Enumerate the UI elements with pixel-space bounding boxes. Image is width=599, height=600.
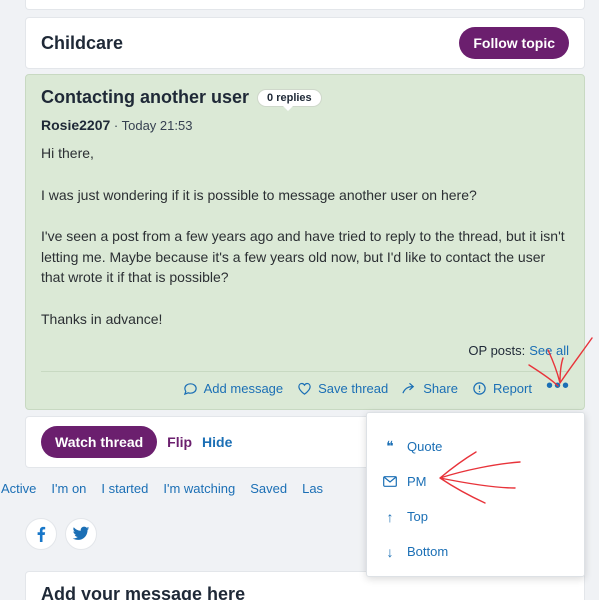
post-timestamp: Today 21:53 [121, 118, 193, 133]
post-paragraph: I've seen a post from a few years ago an… [41, 228, 565, 285]
more-options-menu: ❝ Quote PM ↑ Top ↓ Bottom [366, 412, 585, 577]
menu-item-pm[interactable]: PM [383, 464, 584, 499]
arrow-up-icon: ↑ [386, 508, 394, 525]
facebook-icon[interactable] [25, 518, 57, 550]
author-name[interactable]: Rosie2207 [41, 117, 110, 133]
op-posts-label: OP posts: [468, 343, 526, 358]
author-row: Rosie2207 · Today 21:53 [41, 117, 569, 133]
op-posts: OP posts: See all [468, 343, 569, 358]
follow-topic-button[interactable]: Follow topic [459, 27, 569, 59]
post-divider [41, 371, 569, 372]
twitter-icon[interactable] [65, 518, 97, 550]
menu-item-label: Bottom [407, 544, 449, 559]
menu-item-top[interactable]: ↑ Top [383, 499, 584, 534]
quote-icon: ❝ [386, 438, 394, 454]
thread-filter-tabs: Active I'm on I started I'm watching Sav… [0, 481, 323, 496]
add-message-title: Add your message here [41, 584, 246, 600]
topic-title: Childcare [41, 32, 124, 53]
hide-link[interactable]: Hide [202, 434, 232, 450]
post-body: Hi there, I was just wondering if it is … [41, 143, 569, 329]
arrow-down-icon: ↓ [386, 543, 394, 560]
save-thread-action[interactable]: Save thread [297, 381, 388, 396]
tab-im-watching[interactable]: I'm watching [163, 481, 235, 496]
post-paragraph: Thanks in advance! [41, 310, 163, 327]
tab-last[interactable]: Las [302, 481, 323, 496]
menu-item-label: Top [407, 509, 428, 524]
save-thread-label: Save thread [318, 381, 389, 396]
post-paragraph: Hi there, [41, 145, 94, 161]
more-options-button[interactable]: ••• [546, 376, 570, 396]
tab-i-started[interactable]: I started [101, 481, 148, 496]
share-label: Share [423, 381, 458, 396]
social-share [25, 518, 97, 550]
watch-thread-button[interactable]: Watch thread [41, 426, 158, 458]
menu-item-label: Quote [407, 439, 443, 454]
original-post: Contacting another user 0 replies Rosie2… [25, 74, 585, 410]
topic-header: Childcare Follow topic [25, 17, 585, 69]
add-message-action[interactable]: Add message [183, 381, 284, 396]
post-title: Contacting another user [41, 87, 250, 107]
share-arrow-icon [402, 382, 415, 394]
post-actions: Add message Save thread Share Report ••• [183, 376, 570, 396]
share-action[interactable]: Share [402, 381, 458, 396]
alert-circle-icon [473, 382, 486, 395]
author-separator: · [110, 118, 122, 133]
add-message-label: Add message [203, 381, 284, 396]
previous-card [25, 0, 585, 10]
speech-bubble-icon [183, 383, 197, 396]
see-all-link[interactable]: See all [529, 343, 569, 358]
post-paragraph: I was just wondering if it is possible t… [41, 186, 477, 203]
report-label: Report [492, 381, 532, 396]
menu-item-label: PM [407, 474, 427, 489]
tab-saved[interactable]: Saved [250, 481, 287, 496]
menu-item-quote[interactable]: ❝ Quote [383, 429, 584, 464]
mail-icon [383, 474, 397, 490]
heart-icon [298, 382, 311, 395]
tab-active[interactable]: Active [1, 481, 36, 496]
post-title-row: Contacting another user 0 replies [41, 87, 569, 111]
tab-im-on[interactable]: I'm on [51, 481, 86, 496]
menu-item-bottom[interactable]: ↓ Bottom [383, 534, 584, 569]
report-action[interactable]: Report [472, 381, 532, 396]
flip-link[interactable]: Flip [167, 434, 192, 450]
replies-badge: 0 replies [257, 88, 322, 111]
